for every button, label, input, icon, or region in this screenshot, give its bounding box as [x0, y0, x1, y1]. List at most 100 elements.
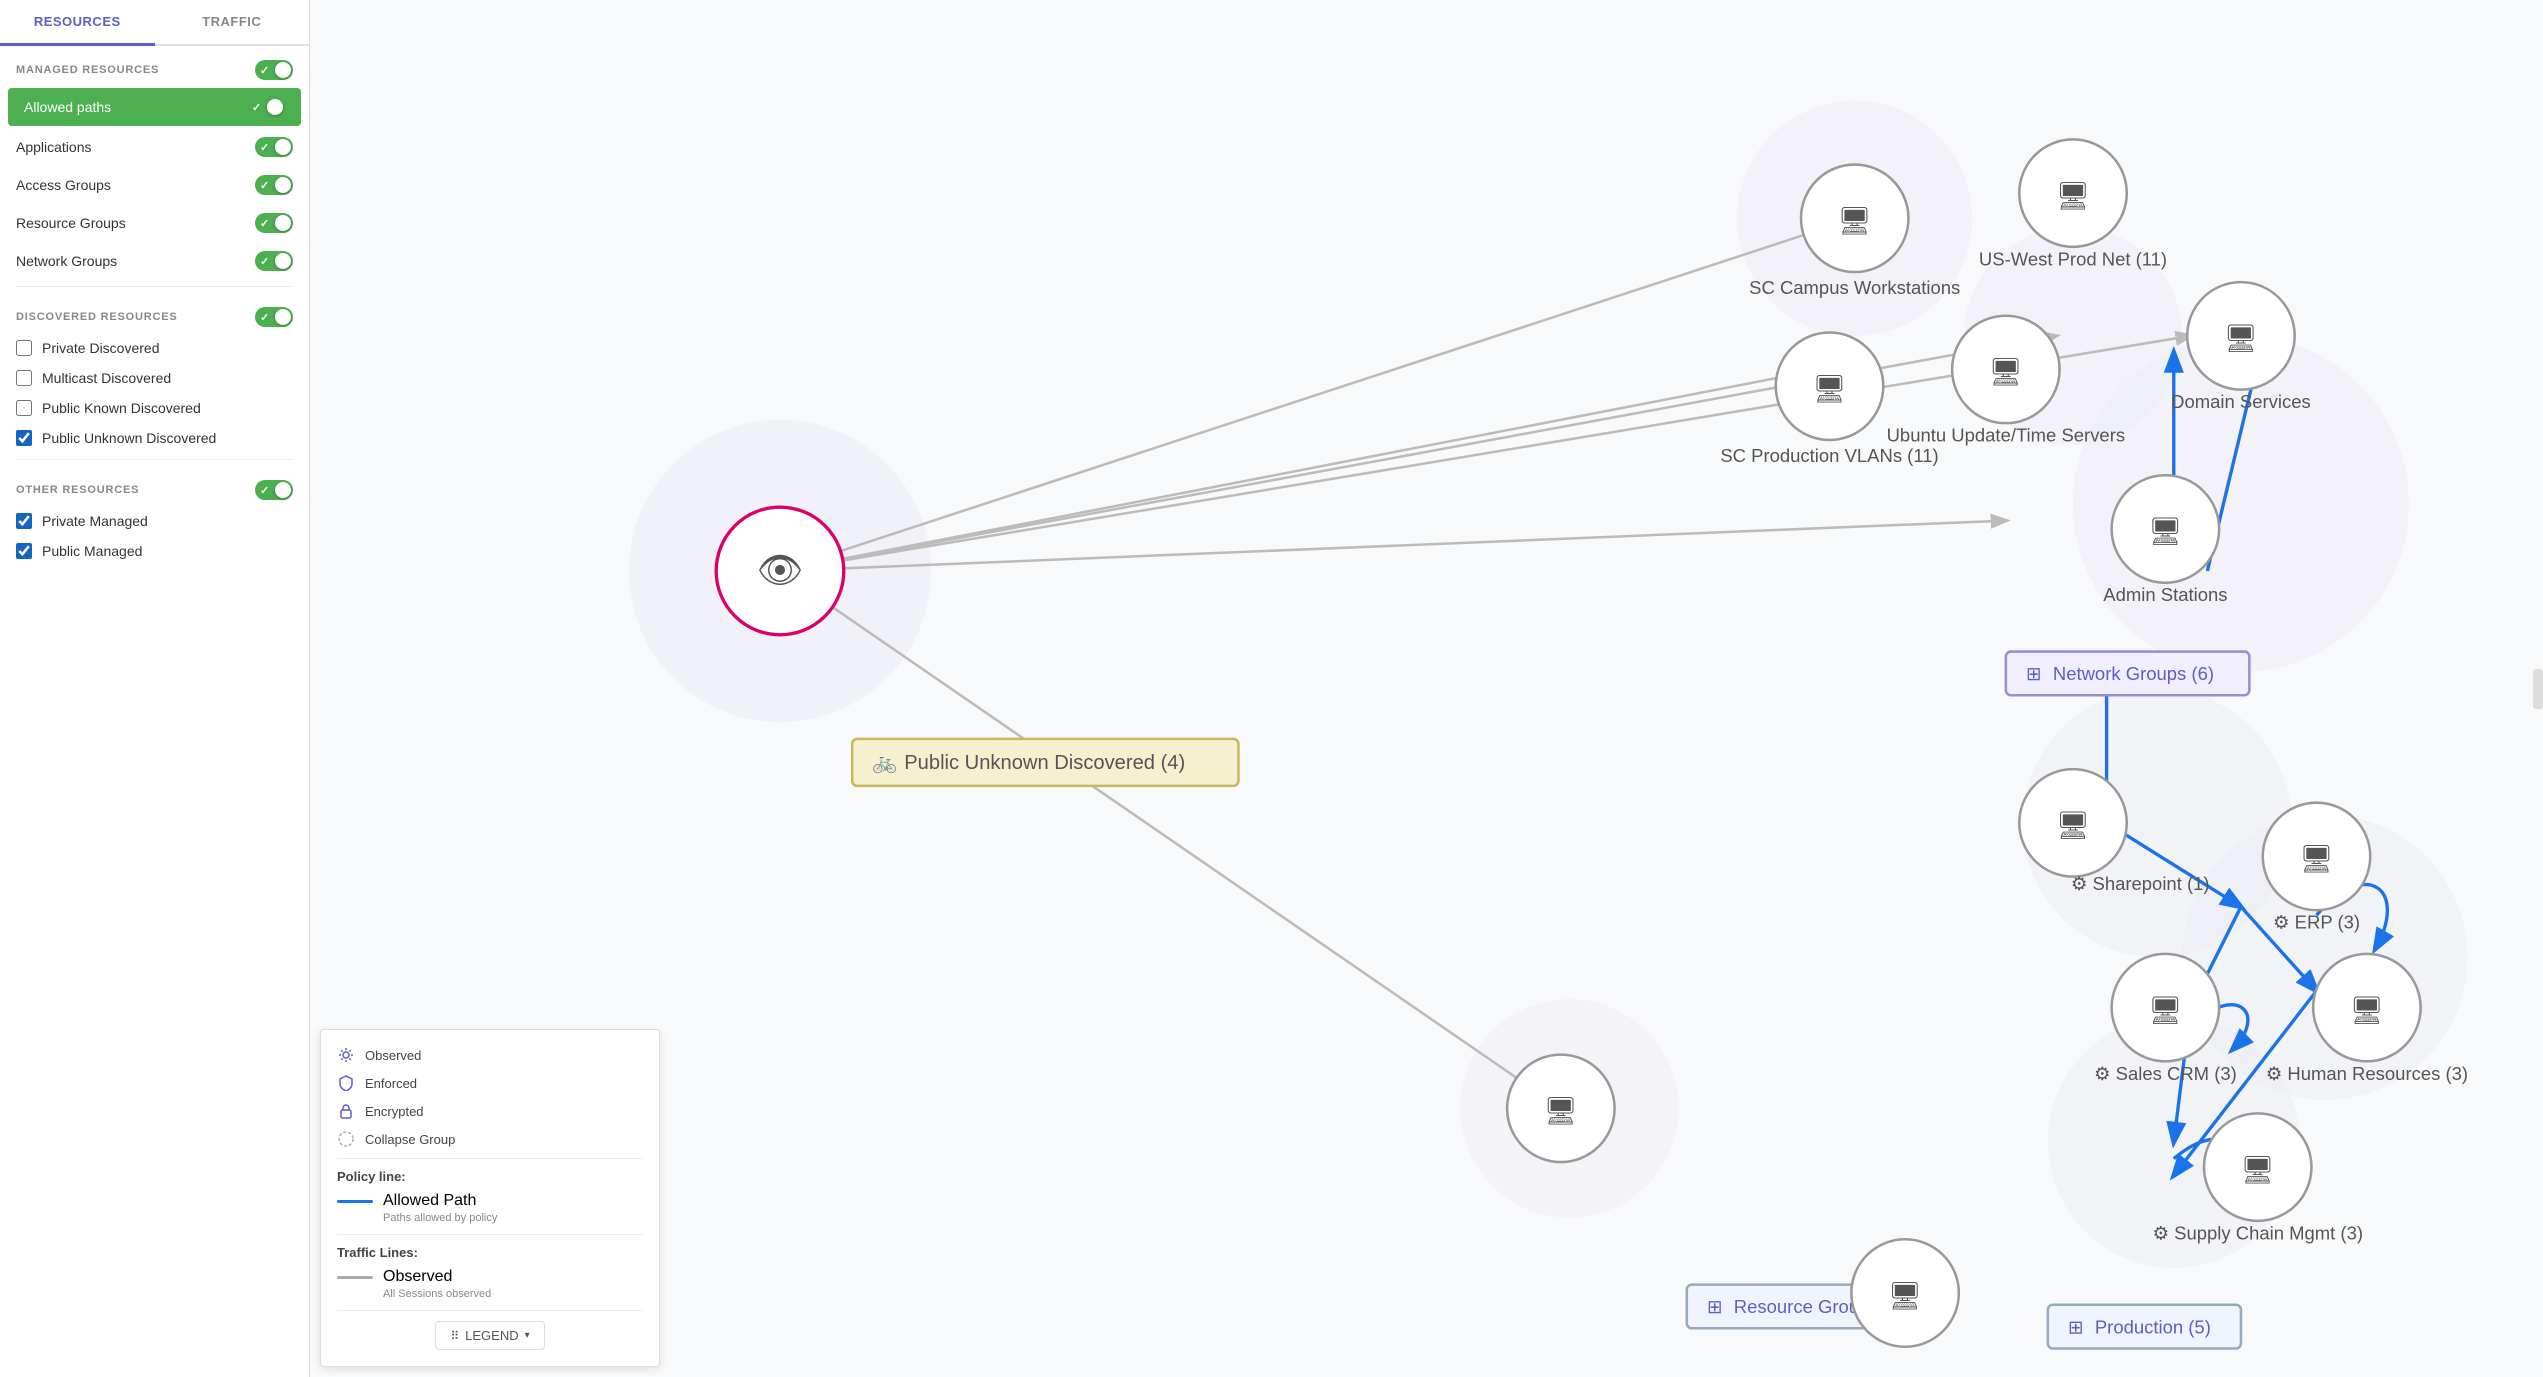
sidebar-item-private-discovered[interactable]: Private Discovered [0, 333, 309, 363]
public-unknown-icon: 🚲 [872, 752, 897, 774]
legend-allowed-path: Allowed Path Paths allowed by policy [337, 1192, 643, 1224]
label-sc-production: SC Production VLANs (11) [1720, 445, 1938, 466]
divider-2 [16, 459, 293, 460]
label-sc-campus: SC Campus Workstations [1749, 277, 1960, 298]
sidebar-item-public-managed[interactable]: Public Managed [0, 536, 309, 566]
node-bottom-mid-icon: 🖥 [1888, 1281, 1922, 1311]
private-discovered-checkbox[interactable] [16, 340, 32, 356]
sidebar-item-allowed-paths[interactable]: Allowed paths ✓ [8, 88, 301, 126]
other-resources-toggle[interactable]: ✓ [255, 480, 293, 500]
tab-resources[interactable]: RESOURCES [0, 0, 155, 46]
legend-traffic-header: Traffic Lines: [337, 1245, 643, 1260]
label-sales-crm: ⚙ Sales CRM (3) [2094, 1063, 2237, 1084]
sidebar-item-resource-groups[interactable]: Resource Groups ✓ [0, 204, 309, 242]
node-supply-icon: 🖥 [2241, 1155, 2275, 1185]
legend-enforced-label: Enforced [365, 1076, 417, 1091]
multicast-discovered-checkbox[interactable] [16, 370, 32, 386]
legend-divider-1 [337, 1158, 643, 1159]
label-supply: ⚙ Supply Chain Mgmt (3) [2152, 1222, 2363, 1243]
other-resources-header: OTHER RESOURCES ✓ [0, 466, 309, 506]
sidebar-item-applications[interactable]: Applications ✓ [0, 128, 309, 166]
legend-collapse: Collapse Group [337, 1130, 643, 1148]
sidebar-item-public-known-discovered[interactable]: Public Known Discovered [0, 393, 309, 423]
public-unknown-label: Public Unknown Discovered (4) [904, 752, 1185, 774]
node-sales-crm-icon: 🖥 [2148, 995, 2182, 1025]
production-icon: ⊞ [2068, 1316, 2083, 1337]
legend-encrypted: Encrypted [337, 1102, 643, 1120]
legend-enforced: Enforced [337, 1074, 643, 1092]
public-known-checkbox[interactable] [16, 400, 32, 416]
observed-line-desc: All Sessions observed [383, 1288, 643, 1300]
main-canvas: 👁 🖥 SC Campus Workstations 🖥 US-West Pro… [310, 0, 2543, 1377]
circle-dash-icon [337, 1130, 355, 1148]
node-sharepoint-icon: 🖥 [2056, 811, 2090, 841]
managed-resources-header: MANAGED RESOURCES ✓ [0, 46, 309, 86]
node-unnamed-1-icon: 🖥 [1544, 1096, 1578, 1126]
scroll-handle[interactable] [2533, 669, 2543, 709]
traffic-line-4 [780, 521, 2006, 571]
label-sharepoint: ⚙ Sharepoint (1) [2071, 873, 2210, 894]
legend-policy-header: Policy line: [337, 1169, 643, 1184]
private-managed-checkbox[interactable] [16, 513, 32, 529]
node-erp-icon: 🖥 [2299, 844, 2333, 874]
node-ubuntu-icon: 🖥 [1989, 357, 2023, 387]
tab-traffic[interactable]: TRAFFIC [155, 0, 310, 44]
discovered-resources-header: DISCOVERED RESOURCES ✓ [0, 293, 309, 333]
sidebar-item-private-managed[interactable]: Private Managed [0, 506, 309, 536]
public-managed-checkbox[interactable] [16, 543, 32, 559]
source-icon: 👁 [757, 550, 804, 591]
label-domain: Domain Services [2171, 391, 2311, 412]
observed-line [337, 1276, 373, 1279]
resource-groups-icon: ⊞ [1707, 1296, 1722, 1317]
legend-toggle-button[interactable]: ⠿ LEGEND ▾ [435, 1321, 544, 1350]
allowed-path-line [337, 1200, 373, 1203]
shield-icon [337, 1074, 355, 1092]
legend-observed-line: Observed All Sessions observed [337, 1268, 643, 1300]
label-us-west: US-West Prod Net (11) [1979, 248, 2167, 269]
resource-groups-toggle[interactable]: ✓ [255, 213, 293, 233]
legend-observed-label: Observed [365, 1048, 421, 1063]
legend-divider-3 [337, 1310, 643, 1311]
legend-divider-2 [337, 1234, 643, 1235]
node-domain-icon: 🖥 [2224, 324, 2258, 354]
applications-toggle[interactable]: ✓ [255, 137, 293, 157]
allowed-path-desc: Paths allowed by policy [383, 1212, 643, 1224]
sidebar-item-multicast-discovered[interactable]: Multicast Discovered [0, 363, 309, 393]
label-hr: ⚙ Human Resources (3) [2266, 1063, 2468, 1084]
label-ubuntu: Ubuntu Update/Time Servers [1887, 425, 2126, 446]
tab-bar: RESOURCES TRAFFIC [0, 0, 309, 46]
managed-resources-toggle[interactable]: ✓ [255, 60, 293, 80]
label-erp: ⚙ ERP (3) [2273, 912, 2360, 933]
sidebar-item-access-groups[interactable]: Access Groups ✓ [0, 166, 309, 204]
observed-line-label: Observed [383, 1268, 452, 1286]
allowed-paths-toggle[interactable]: ✓ [247, 97, 285, 117]
label-admin: Admin Stations [2103, 584, 2227, 605]
sidebar-item-public-unknown-discovered[interactable]: Public Unknown Discovered [0, 423, 309, 453]
node-admin-icon: 🖥 [2148, 517, 2182, 547]
legend-panel: Observed Enforced Encrypted Collapse Gro… [320, 1029, 660, 1367]
grid-icon: ⠿ [450, 1329, 459, 1343]
node-us-west-icon: 🖥 [2056, 181, 2090, 211]
network-groups-badge-icon: ⊞ [2026, 663, 2041, 684]
legend-collapse-label: Collapse Group [365, 1132, 455, 1147]
legend-observed: Observed [337, 1046, 643, 1064]
legend-toggle-label: LEGEND [465, 1328, 518, 1343]
gear-icon [337, 1046, 355, 1064]
node-hr-icon: 🖥 [2350, 995, 2384, 1025]
network-groups-badge-label: Network Groups (6) [2053, 663, 2214, 684]
discovered-resources-toggle[interactable]: ✓ [255, 307, 293, 327]
access-groups-toggle[interactable]: ✓ [255, 175, 293, 195]
node-sc-production-icon: 🖥 [1812, 374, 1846, 404]
allowed-path-label: Allowed Path [383, 1192, 476, 1210]
traffic-line-6 [780, 571, 1561, 1108]
lock-icon [337, 1102, 355, 1120]
legend-encrypted-label: Encrypted [365, 1104, 424, 1119]
node-sc-campus-icon: 🖥 [1838, 206, 1872, 236]
divider-1 [16, 286, 293, 287]
network-groups-toggle[interactable]: ✓ [255, 251, 293, 271]
sidebar-item-network-groups[interactable]: Network Groups ✓ [0, 242, 309, 280]
sidebar: RESOURCES TRAFFIC MANAGED RESOURCES ✓ Al… [0, 0, 310, 1377]
public-unknown-checkbox[interactable] [16, 430, 32, 446]
production-label: Production (5) [2095, 1316, 2211, 1337]
chevron-down-icon: ▾ [525, 1330, 530, 1341]
